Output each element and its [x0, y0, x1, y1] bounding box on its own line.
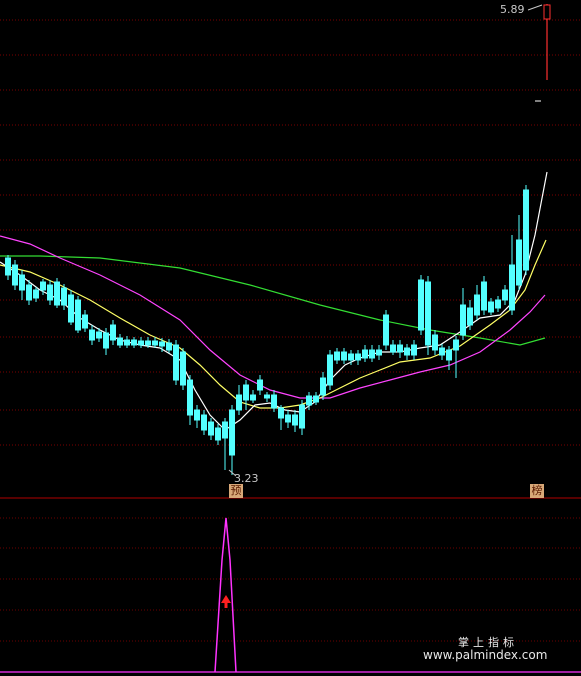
candle-body — [117, 337, 123, 346]
candle-body — [453, 339, 459, 351]
candle-body — [131, 339, 137, 346]
candle-body — [159, 341, 165, 347]
candle-body — [306, 395, 312, 406]
candle-body — [376, 349, 382, 356]
candle-body — [180, 351, 186, 386]
grid-lines — [0, 19, 581, 446]
watermark-url: www.palmindex.com — [423, 648, 548, 662]
candle-body — [299, 404, 305, 429]
candle-body — [313, 395, 319, 403]
candle-body — [40, 281, 46, 291]
candle-body — [54, 281, 60, 306]
candle-body — [488, 301, 494, 313]
candle-body — [124, 339, 130, 346]
candle-body — [285, 414, 291, 423]
candle-body — [138, 340, 144, 346]
candle-body — [523, 189, 529, 271]
candle-body — [425, 281, 431, 346]
candle-body — [166, 342, 172, 351]
candle-body — [194, 409, 200, 421]
candle-body — [516, 239, 522, 286]
candle-body — [334, 351, 340, 361]
candle-body — [271, 394, 277, 409]
candle-body — [47, 284, 53, 301]
candle-body — [495, 299, 501, 309]
candle-body — [278, 407, 284, 419]
candle-body — [355, 353, 361, 361]
candlesticks — [5, 185, 529, 475]
candle-body — [243, 384, 249, 401]
candle-body — [5, 257, 11, 276]
candle-body — [460, 304, 466, 336]
signal-badge-left[interactable]: 预 — [229, 484, 243, 498]
candle-body — [418, 279, 424, 331]
signal-up-arrow — [221, 595, 231, 608]
candle-body — [341, 351, 347, 361]
candle-body — [222, 421, 228, 439]
candle-body — [348, 353, 354, 361]
candle-body — [397, 344, 403, 353]
candle-body — [439, 347, 445, 356]
candle-body — [89, 329, 95, 341]
candle-body — [264, 394, 270, 399]
candle-body — [19, 274, 25, 291]
candle-body — [474, 294, 480, 316]
high-price-marker — [527, 4, 551, 102]
signal-badge-right[interactable]: 榜 — [530, 484, 544, 498]
candle-body — [152, 340, 158, 346]
candle-body — [110, 324, 116, 341]
candle-body — [26, 284, 32, 301]
candle-body — [383, 314, 389, 346]
candle-body — [75, 299, 81, 331]
candle-body — [432, 334, 438, 351]
candle-body — [362, 349, 368, 359]
candle-body — [369, 349, 375, 359]
candle-body — [481, 281, 487, 311]
candle-body — [201, 414, 207, 431]
candle-body — [257, 379, 263, 391]
candle-body — [320, 377, 326, 396]
candle-body — [509, 264, 515, 311]
candle-body — [68, 294, 74, 323]
candle-body — [12, 264, 18, 286]
candle-body — [61, 287, 67, 306]
high-price-label: 5.89 — [500, 3, 525, 16]
candle-body — [250, 394, 256, 401]
candle-body — [327, 354, 333, 386]
candle-body — [467, 307, 473, 326]
candle-body — [208, 421, 214, 436]
candle-body — [187, 379, 193, 416]
candle-body — [145, 340, 151, 346]
candle-body — [173, 344, 179, 381]
indicator-spike-line — [214, 517, 237, 673]
candle-body — [446, 349, 452, 361]
candle-body — [236, 394, 242, 411]
candle-body — [292, 414, 298, 426]
candle-body — [411, 344, 417, 356]
candle-body — [103, 332, 109, 349]
candle-body — [33, 289, 39, 299]
stock-chart — [0, 4, 581, 673]
candle-body — [404, 347, 410, 356]
candle-body — [215, 427, 221, 441]
candle-body — [82, 314, 88, 329]
candle-body — [502, 289, 508, 301]
candle-body — [96, 331, 102, 339]
candle-body — [229, 409, 235, 456]
candle-body — [390, 344, 396, 353]
